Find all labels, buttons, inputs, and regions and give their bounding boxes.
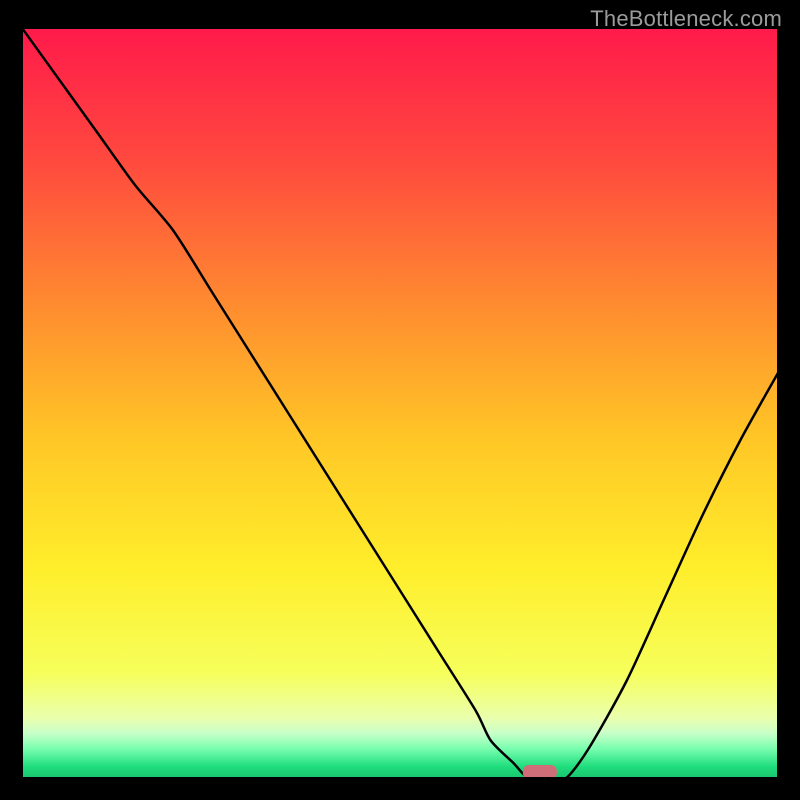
chart-frame: TheBottleneck.com — [0, 0, 800, 800]
optimal-marker — [523, 765, 557, 778]
chart-svg — [22, 28, 778, 778]
heat-background — [22, 28, 778, 778]
plot-area — [22, 28, 778, 778]
